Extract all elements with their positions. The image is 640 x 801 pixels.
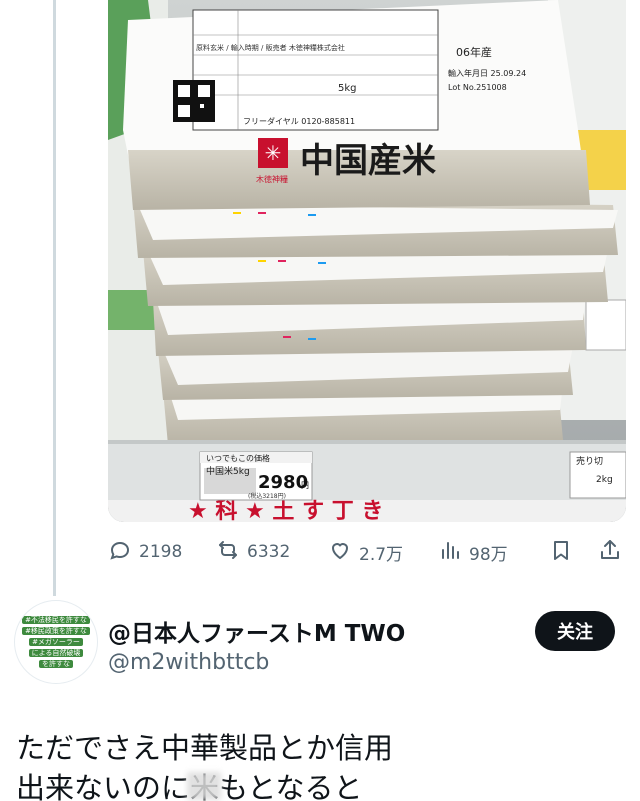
like-button[interactable]: 2.7万 (328, 538, 403, 566)
bag-weight: 5kg (338, 83, 357, 94)
tweet-photo[interactable]: ✳ 中国産米 木徳神糧 5kg 原料玄米 / 輸入時期 / 販売者 木徳神糧株式… (108, 0, 626, 522)
tweet-action-bar: 2198 6332 2.7万 98万 (108, 536, 626, 568)
bag-maker: 木徳神糧 (256, 174, 288, 184)
blurred-overlay (187, 772, 221, 800)
tweet-text: ただでさえ中華製品とか信用 出来ないのに米もとなると (16, 731, 394, 801)
side-tag-weight: 2kg (596, 475, 613, 485)
rice-bag-stack: ✳ (123, 0, 618, 445)
retweet-count: 6332 (247, 542, 291, 562)
avatar[interactable]: #不法移民を許すな #移民政策を許すな #メガソーラー による自然破壊 を許すな (14, 600, 98, 684)
thread-line (53, 0, 56, 596)
author-handle[interactable]: @m2withbttcb (108, 650, 269, 675)
avatar-line-1: #不法移民を許すな (22, 616, 90, 624)
heart-icon (328, 538, 352, 567)
svg-text:✳: ✳ (265, 141, 282, 165)
avatar-line-3: #メガソーラー (29, 638, 83, 646)
views-button[interactable]: 98万 (438, 538, 508, 566)
avatar-line-4: による自然破壊 (28, 649, 84, 657)
bag-import-date: 輸入年月日 25.09.24 (448, 68, 526, 78)
retweet-button[interactable]: 6332 (216, 538, 290, 566)
avatar-line-2: #移民政策を許すな (22, 627, 90, 635)
price-tag-taxed: (税込3218円) (248, 492, 286, 500)
side-tag-title: 売り切 (576, 455, 603, 467)
bookmark-button[interactable] (549, 538, 573, 566)
bar-chart-icon (438, 538, 462, 567)
reply-button[interactable]: 2198 (108, 538, 182, 566)
bag-details: 原料玄米 / 輸入時期 / 販売者 木徳神糧株式会社 (196, 43, 345, 52)
price-tag-title: いつでもこの価格 (206, 453, 270, 463)
like-count: 2.7万 (359, 544, 404, 565)
bookmark-icon (549, 538, 573, 567)
price-tag-product: 中国米5kg (206, 465, 250, 477)
bag-year: 06年産 (456, 45, 492, 59)
reply-count: 2198 (139, 542, 183, 562)
share-button[interactable] (598, 538, 622, 566)
share-icon (598, 538, 622, 567)
avatar-line-5: を許すな (39, 660, 73, 668)
reply-icon (108, 538, 132, 567)
retweet-icon (216, 538, 240, 567)
bag-lot: Lot No.251008 (448, 83, 507, 92)
bag-phone: フリーダイヤル 0120-885811 (243, 116, 355, 126)
view-count: 98万 (469, 544, 508, 565)
svg-text:★ 科 ★ 土 す 丁 き: ★ 科 ★ 土 す 丁 き (188, 499, 383, 522)
price-tag-unit: 円 (301, 481, 309, 490)
author-display-name[interactable]: @日本人ファーストM TWO (108, 614, 405, 648)
follow-button[interactable]: 关注 (535, 611, 615, 651)
bag-main-label: 中国産米 (300, 141, 436, 181)
